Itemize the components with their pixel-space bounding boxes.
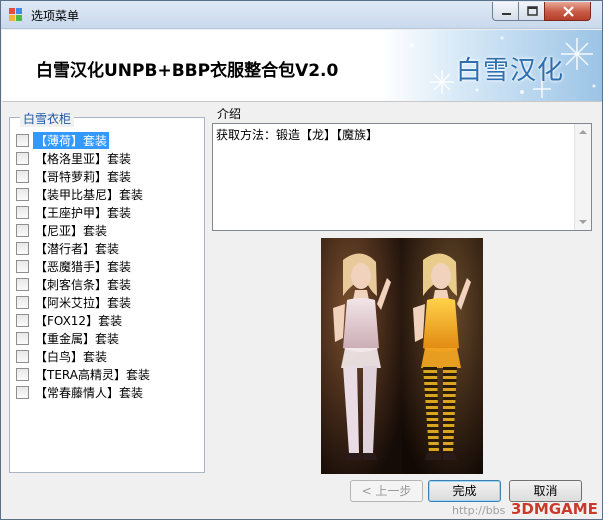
outfit-checkbox[interactable] — [16, 295, 29, 309]
outfit-checkbox[interactable] — [16, 259, 29, 273]
outfit-list-item[interactable]: 【格洛里亚】套装 — [14, 149, 200, 167]
outfit-checkbox[interactable] — [16, 205, 29, 219]
outfit-checkbox[interactable] — [16, 385, 29, 399]
outfit-list-item[interactable]: 【尼亚】套装 — [14, 221, 200, 239]
close-button[interactable] — [544, 2, 591, 21]
outfit-checkbox[interactable] — [16, 313, 29, 327]
outfit-label: 【阿米艾拉】套装 — [35, 295, 132, 310]
outfit-list-item[interactable]: 【重金属】套装 — [14, 329, 200, 347]
options-dialog: 选项菜单 白雪汉化UNPB+BBP衣服整合包V2.0 白雪汉化 白雪衣柜 【薄荷… — [0, 0, 603, 520]
back-button[interactable]: < 上一步 — [350, 480, 423, 502]
outfit-checkbox[interactable] — [16, 349, 29, 363]
outfit-list-item[interactable]: 【阿米艾拉】套装 — [14, 293, 200, 311]
header-banner: 白雪汉化UNPB+BBP衣服整合包V2.0 白雪汉化 — [2, 30, 602, 102]
intro-textbox[interactable]: 获取方法：锻造【龙】【魔族】 — [212, 123, 592, 231]
outfit-list-item[interactable]: 【哥特萝莉】套装 — [14, 167, 200, 185]
outfit-label: 【薄荷】套装 — [33, 131, 110, 149]
outfit-list-item[interactable]: 【装甲比基尼】套装 — [14, 185, 200, 203]
scroll-down-icon[interactable] — [579, 220, 587, 224]
outfit-list-item[interactable]: 【白鸟】套装 — [14, 347, 200, 365]
outfit-label: 【装甲比基尼】套装 — [35, 187, 144, 202]
outfit-checkbox[interactable] — [16, 187, 29, 201]
outfit-label: 【FOX12】套装 — [35, 313, 123, 328]
outfit-checkbox[interactable] — [16, 133, 29, 147]
banner-logo: 白雪汉化 — [456, 56, 565, 86]
outfit-label: 【刺客信条】套装 — [35, 277, 132, 292]
outfit-checkbox[interactable] — [16, 277, 29, 291]
close-icon — [563, 6, 574, 17]
outfit-list-item[interactable]: 【恶魔猎手】套装 — [14, 257, 200, 275]
minimize-icon — [502, 13, 511, 15]
outfit-list-item[interactable]: 【常春藤情人】套装 — [14, 383, 200, 401]
app-icon — [9, 8, 22, 21]
intro-scrollbar[interactable] — [574, 124, 591, 230]
outfit-list-item[interactable]: 【FOX12】套装 — [14, 311, 200, 329]
outfit-list-item[interactable]: 【刺客信条】套装 — [14, 275, 200, 293]
outfit-checkbox[interactable] — [16, 331, 29, 345]
banner-title: 白雪汉化UNPB+BBP衣服整合包V2.0 — [36, 61, 339, 81]
outfit-checkbox[interactable] — [16, 223, 29, 237]
outfit-label: 【常春藤情人】套装 — [35, 385, 144, 400]
maximize-icon — [527, 6, 538, 16]
outfit-checkbox[interactable] — [16, 169, 29, 183]
outfit-label: 【TERA高精灵】套装 — [35, 367, 150, 382]
wardrobe-group: 白雪衣柜 【薄荷】套装【格洛里亚】套装 【哥特萝莉】套装 【装甲比基尼】套装 【王座护… — [9, 110, 205, 473]
site-watermark: http://bbs 3DMGAME — [449, 500, 603, 520]
outfit-list-item[interactable]: 【TERA高精灵】套装 — [14, 365, 200, 383]
watermark-logo: 3DMGAME — [511, 500, 598, 518]
watermark-url: http://bbs — [452, 504, 506, 517]
intro-legend: 介绍 — [214, 105, 245, 122]
intro-text: 获取方法：锻造【龙】【魔族】 — [216, 128, 379, 142]
outfit-checklist: 【薄荷】套装 【格洛里亚】套装 【哥特萝莉】套装 【装甲比基尼】套装 【王座护甲】套装【… — [14, 131, 200, 401]
outfit-label: 【恶魔猎手】套装 — [35, 259, 132, 274]
outfit-checkbox[interactable] — [16, 151, 29, 165]
cancel-button[interactable]: 取消 — [509, 480, 582, 502]
outfit-label: 【格洛里亚】套装 — [35, 151, 132, 166]
outfit-list-item[interactable]: 【潜行者】套装 — [14, 239, 200, 257]
title-bar[interactable]: 选项菜单 — [1, 1, 602, 29]
outfit-label: 【哥特萝莉】套装 — [35, 169, 132, 184]
maximize-button[interactable] — [518, 2, 545, 21]
outfit-list-item[interactable]: 【王座护甲】套装 — [14, 203, 200, 221]
outfit-label: 【白鸟】套装 — [35, 349, 108, 364]
finish-button[interactable]: 完成 — [428, 480, 501, 502]
outfit-checkbox[interactable] — [16, 367, 29, 381]
outfit-label: 【潜行者】套装 — [35, 241, 120, 256]
outfit-label: 【尼亚】套装 — [35, 223, 108, 238]
outfit-label: 【重金属】套装 — [35, 331, 120, 346]
wardrobe-legend: 白雪衣柜 — [20, 110, 75, 127]
window-title: 选项菜单 — [31, 9, 80, 23]
outfit-preview-image — [321, 238, 483, 474]
minimize-button[interactable] — [492, 2, 519, 21]
intro-group: 介绍 获取方法：锻造【龙】【魔族】 — [211, 105, 594, 233]
outfit-list-item[interactable]: 【薄荷】套装 — [14, 131, 200, 149]
outfit-label: 【王座护甲】套装 — [35, 205, 132, 220]
outfit-checkbox[interactable] — [16, 241, 29, 255]
scroll-up-icon[interactable] — [579, 130, 587, 134]
